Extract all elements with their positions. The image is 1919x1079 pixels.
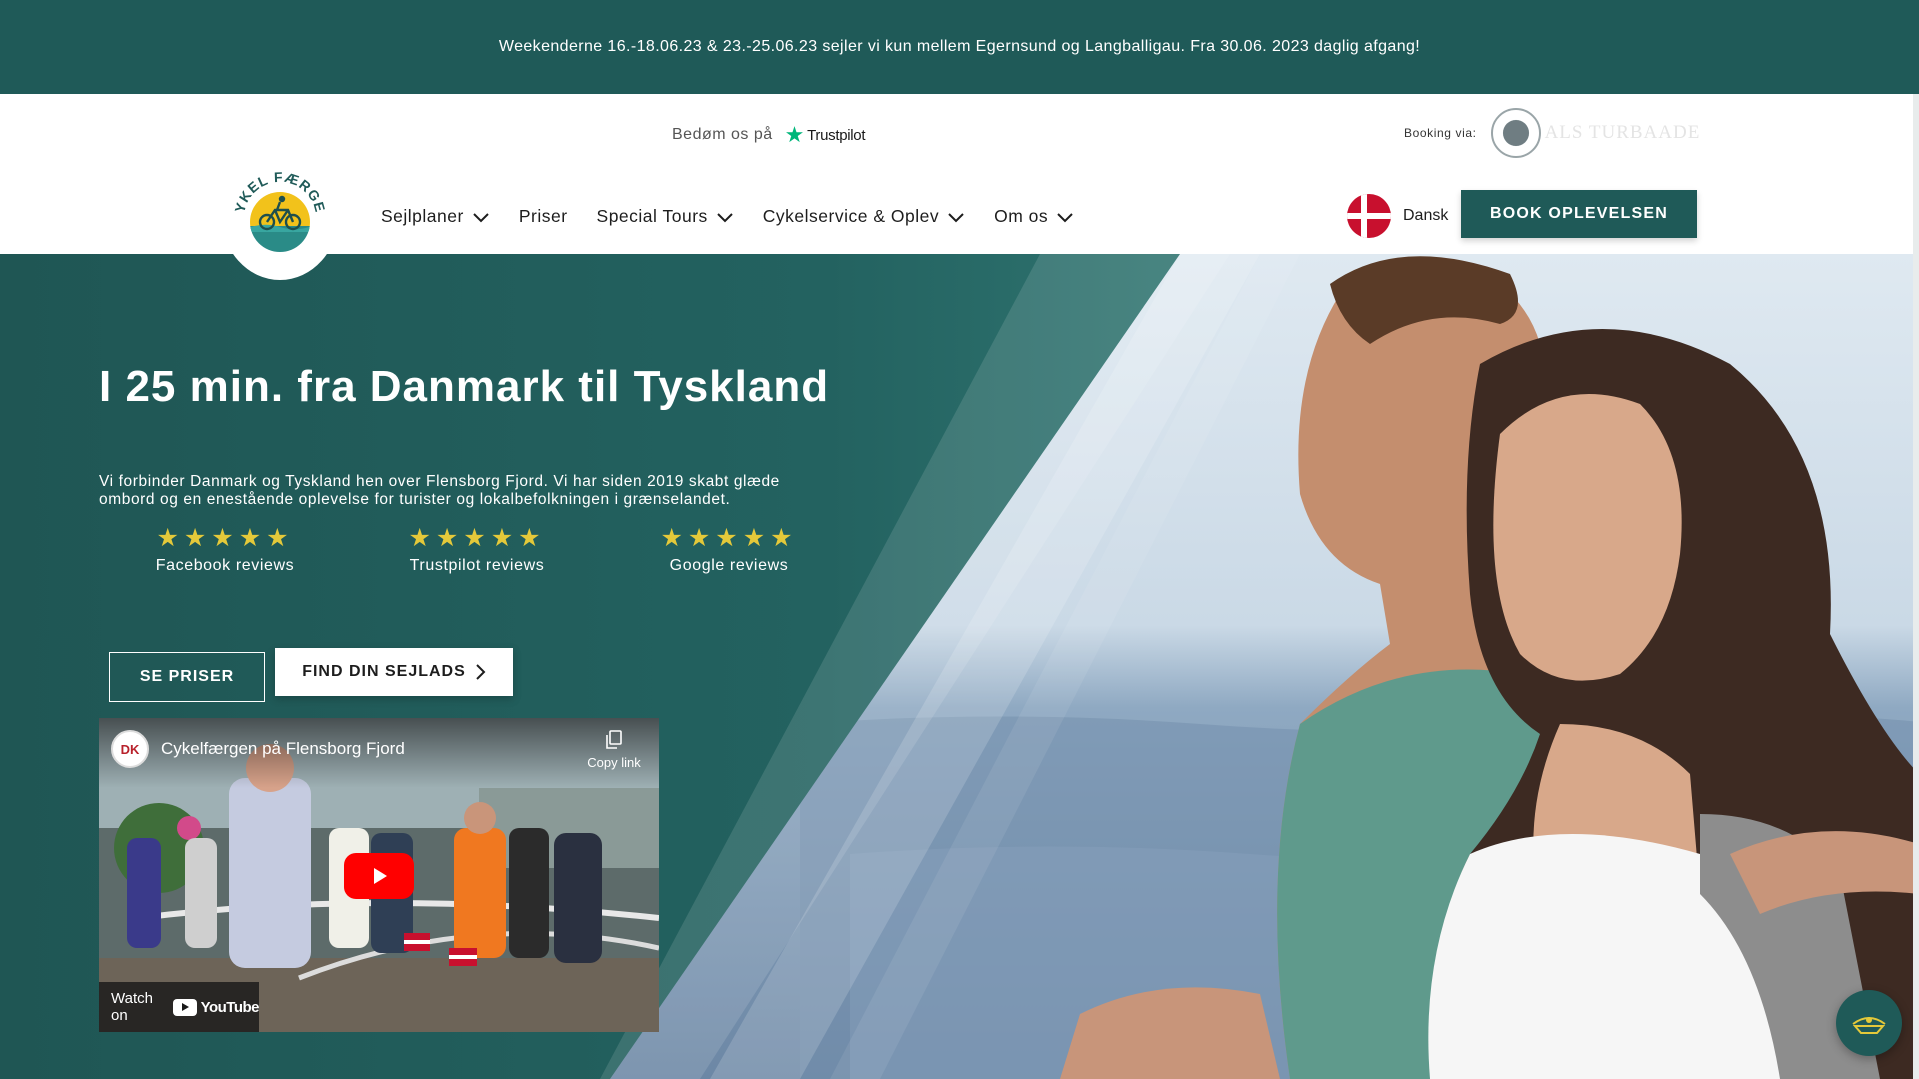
announcement-text: Weekenderne 16.-18.06.23 & 23.-25.06.23 … [498,38,1421,55]
youtube-icon [172,998,197,1016]
chevron-down-icon [473,212,489,222]
danish-flag-icon [1347,194,1391,238]
play-icon [374,868,387,884]
rating-stars: ★★★★★ [408,524,546,552]
nav-item-cykelservice[interactable]: Cykelservice & Oplev [763,206,965,227]
find-sailing-label: FIND DIN SEJLADS [302,663,466,680]
hero-section: I 25 min. fra Danmark til Tyskland Vi fo… [0,254,1919,1079]
review-facebook[interactable]: ★★★★★ Facebook reviews [99,526,351,575]
booking-via[interactable]: Booking via: ALS TURBAADE [1404,108,1700,158]
rating-stars: ★★★★★ [660,524,798,552]
chevron-down-icon [717,212,733,222]
hero-title: I 25 min. fra Danmark til Tyskland [99,362,830,411]
review-label: Google reviews [669,557,789,574]
chevron-down-icon [1057,212,1073,222]
copy-link-label: Copy link [587,755,641,770]
watch-on-label: Watch on [111,990,153,1024]
chevron-down-icon [948,212,964,222]
announcement-bar: Weekenderne 16.-18.06.23 & 23.-25.06.23 … [0,0,1919,94]
hero-description-line-2: ombord og en enestående oplevelse for tu… [99,491,731,508]
youtube-wordmark: YouTube [200,998,260,1016]
review-google[interactable]: ★★★★★ Google reviews [603,526,855,575]
nav-label: Priser [518,206,568,226]
nav-label: Om os [994,206,1049,226]
nav-item-sejlplaner[interactable]: Sejlplaner [381,206,490,227]
booking-via-label: Booking via: [1404,126,1477,140]
cykelfaergen-logo-icon: CYKEL FÆRGEN [230,164,328,252]
youtube-video-embed[interactable]: DK Cykelfærgen på Flensborg Fjord Copy l… [99,718,659,1032]
nav-label: Cykelservice & Oplev [762,206,940,226]
nav-item-priser[interactable]: Priser [519,206,568,227]
site-logo[interactable]: CYKEL FÆRGEN [221,148,339,280]
chevron-right-icon [476,664,486,680]
nav-item-om-os[interactable]: Om os [994,206,1074,227]
trustpilot-logo: ★ Trustpilot [785,124,866,146]
nav-label: Special Tours [596,206,708,226]
find-sailing-button[interactable]: FIND DIN SEJLADS [275,648,513,696]
youtube-logo: YouTube [172,998,260,1016]
play-button[interactable] [344,853,414,899]
review-trustpilot[interactable]: ★★★★★ Trustpilot reviews [351,526,603,575]
chat-icon [1852,1017,1886,1034]
copy-icon [606,730,622,749]
copy-link-button[interactable]: Copy link [579,730,649,770]
hero-description-line-1: Vi forbinder Danmark og Tyskland hen ove… [99,473,780,490]
chat-widget-button[interactable] [1836,990,1902,1056]
channel-avatar[interactable]: DK [111,730,149,768]
trustpilot-rate-link[interactable]: Bedøm os på ★ Trustpilot [672,124,866,146]
booking-partner-name: ALS TURBAADE [1544,122,1701,143]
review-ratings: ★★★★★ Facebook reviews ★★★★★ Trustpilot … [99,526,855,575]
video-title[interactable]: Cykelfærgen på Flensborg Fjord [161,739,405,759]
review-label: Facebook reviews [155,557,295,574]
trustpilot-wordmark: Trustpilot [807,126,866,144]
language-selector[interactable]: Dansk [1347,194,1448,238]
hero-description: Vi forbinder Danmark og Tyskland hen ove… [99,473,859,509]
trustpilot-star-icon: ★ [784,122,805,147]
main-nav: Sejlplaner Priser Special Tours Cykelser… [381,206,1103,227]
nav-item-special-tours[interactable]: Special Tours [597,206,734,227]
review-label: Trustpilot reviews [409,557,545,574]
book-experience-button[interactable]: BOOK OPLEVELSEN [1461,190,1697,238]
watch-on-youtube-button[interactable]: Watch on YouTube [99,982,260,1032]
page-scrollbar[interactable] [1913,94,1919,1079]
rate-us-label: Bedøm os på [672,126,773,143]
rating-stars: ★★★★★ [156,524,294,552]
als-turbaade-logo-icon [1490,108,1541,158]
language-label: Dansk [1403,207,1449,224]
nav-label: Sejlplaner [381,206,464,226]
see-prices-button[interactable]: SE PRISER [109,652,265,702]
